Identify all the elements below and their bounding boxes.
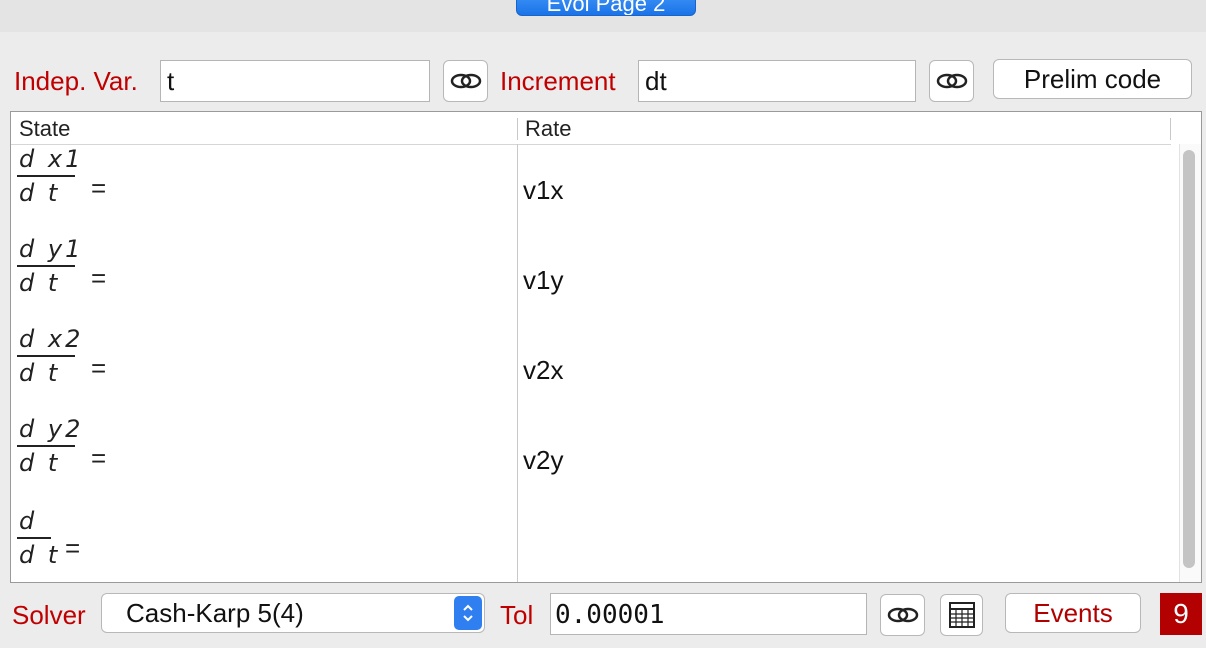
fraction-bar (17, 265, 75, 267)
solver-select[interactable]: Cash-Karp 5(4) (101, 593, 485, 633)
state-derivative: d x1 d t (17, 145, 83, 207)
table-row[interactable]: d y2 d t = v2y (11, 415, 1171, 506)
fraction-bar (17, 175, 75, 177)
table-header: State Rate (11, 112, 1171, 145)
prelim-code-button[interactable]: Prelim code (993, 59, 1192, 99)
state-derivative: d d t (17, 507, 60, 569)
indep-var-input[interactable]: t (160, 60, 430, 102)
table-grid-icon (948, 602, 975, 628)
increment-label: Increment (500, 66, 616, 96)
equals-sign: = (91, 443, 107, 473)
derivative-denominator: d t (19, 541, 61, 569)
tab-evol-page-2[interactable]: Evol Page 2 (516, 0, 696, 16)
table-row[interactable]: d x2 d t = v2x (11, 325, 1171, 416)
tol-label: Tol (500, 600, 534, 630)
table-row[interactable]: d y1 d t = v1y (11, 235, 1171, 326)
scrollbar-thumb[interactable] (1183, 150, 1195, 568)
state-rate-table: State Rate d x1 d t = v1x d y1 d t = v1y… (10, 111, 1202, 583)
tab-bar: Evol Page 2 (0, 0, 1206, 32)
solver-selected-value: Cash-Karp 5(4) (126, 598, 304, 628)
chevron-updown-icon (454, 596, 482, 630)
equals-sign: = (91, 263, 107, 293)
fraction-bar (17, 445, 75, 447)
table-row[interactable]: d d t = (11, 505, 1171, 582)
state-derivative: d y2 d t (17, 415, 83, 477)
equals-sign: = (91, 173, 107, 203)
fraction-bar (17, 537, 51, 539)
table-view-button[interactable] (940, 594, 983, 636)
column-divider (1170, 118, 1171, 140)
indep-var-label: Indep. Var. (14, 66, 138, 96)
table-row[interactable]: d x1 d t = v1x (11, 145, 1171, 236)
state-derivative: d x2 d t (17, 325, 83, 387)
link-icon (936, 73, 967, 89)
derivative-denominator: d t (19, 449, 61, 477)
derivative-numerator: d x2 (19, 325, 84, 353)
rate-cell[interactable]: v1x (523, 175, 563, 206)
fraction-bar (17, 355, 75, 357)
column-divider (517, 144, 518, 582)
equals-sign: = (65, 533, 81, 563)
derivative-numerator: d y2 (19, 415, 84, 443)
derivative-numerator: d (19, 507, 38, 535)
derivative-denominator: d t (19, 269, 61, 297)
derivative-denominator: d t (19, 359, 61, 387)
tolerance-link-button[interactable] (880, 594, 925, 636)
link-icon (887, 607, 918, 623)
rate-cell[interactable]: v2x (523, 355, 563, 386)
equals-sign: = (91, 353, 107, 383)
tolerance-input[interactable]: 0.00001 (550, 593, 867, 635)
derivative-numerator: d y1 (19, 235, 84, 263)
column-header-state[interactable]: State (19, 116, 70, 142)
derivative-numerator: d x1 (19, 145, 84, 173)
rate-cell[interactable]: v1y (523, 265, 563, 296)
column-header-rate[interactable]: Rate (525, 116, 571, 142)
events-button[interactable]: Events (1005, 593, 1141, 633)
column-divider[interactable] (517, 118, 518, 140)
link-icon (450, 73, 481, 89)
solver-label: Solver (12, 600, 86, 630)
state-derivative: d y1 d t (17, 235, 83, 297)
increment-link-button[interactable] (929, 60, 974, 102)
events-count-badge: 9 (1160, 593, 1202, 635)
increment-input[interactable]: dt (638, 60, 916, 102)
rate-cell[interactable]: v2y (523, 445, 563, 476)
indep-var-link-button[interactable] (443, 60, 488, 102)
derivative-denominator: d t (19, 179, 61, 207)
